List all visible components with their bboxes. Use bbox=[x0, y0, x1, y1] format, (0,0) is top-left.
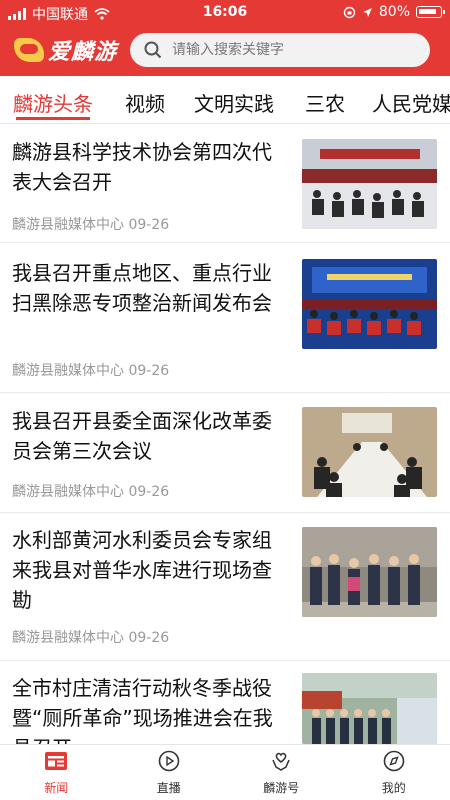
battery-percent: 80% bbox=[378, 4, 410, 20]
nav-linyou-account[interactable]: 麟游号 bbox=[241, 745, 321, 800]
tab-civilization-practice[interactable]: 文明实践 bbox=[194, 88, 274, 117]
news-item[interactable]: 我县召开县委全面深化改革委员会第三次会议 麟游县融媒体中心 09-26 bbox=[0, 393, 450, 513]
nav-label: 直播 bbox=[156, 781, 181, 795]
nav-label: 我的 bbox=[381, 781, 406, 795]
app-header: 中国联通 16:06 80% 爱麟游 bbox=[0, 0, 450, 76]
tab-agriculture[interactable]: 三农 bbox=[305, 88, 345, 117]
nav-label: 麟游号 bbox=[263, 781, 300, 795]
nav-live[interactable]: 直播 bbox=[129, 745, 209, 800]
news-meta: 麟游县融媒体中心 09-26 bbox=[12, 627, 169, 647]
tab-video[interactable]: 视频 bbox=[125, 88, 165, 117]
news-date: 09-26 bbox=[128, 363, 170, 379]
search-input[interactable] bbox=[172, 42, 402, 58]
news-thumbnail bbox=[302, 139, 437, 229]
news-title: 麟游县科学技术协会第四次代表大会召开 bbox=[12, 140, 272, 194]
news-item[interactable]: 麟游县科学技术协会第四次代表大会召开 麟游县融媒体中心 09-26 bbox=[0, 125, 450, 243]
news-icon bbox=[45, 752, 68, 770]
tab-peoples-media[interactable]: 人民党媒 bbox=[372, 88, 450, 117]
news-item[interactable]: 我县召开重点地区、重点行业扫黑除恶专项整治新闻发布会 麟游县融媒体中心 09-2… bbox=[0, 243, 450, 393]
news-meta: 麟游县融媒体中心 09-26 bbox=[12, 360, 169, 380]
active-tab-indicator bbox=[16, 117, 90, 120]
news-thumbnail bbox=[302, 259, 437, 349]
news-source: 麟游县融媒体中心 bbox=[12, 484, 124, 500]
news-date: 09-26 bbox=[128, 484, 170, 500]
nav-profile[interactable]: 我的 bbox=[354, 745, 434, 800]
rotation-lock-icon bbox=[343, 6, 356, 18]
news-meta: 麟游县融媒体中心 09-26 bbox=[12, 481, 169, 501]
kirin-logo-icon bbox=[14, 38, 44, 62]
news-source: 麟游县融媒体中心 bbox=[12, 363, 124, 379]
tab-headlines[interactable]: 麟游头条 bbox=[13, 88, 93, 117]
news-date: 09-26 bbox=[128, 630, 170, 646]
logo-text: 爱麟游 bbox=[48, 39, 118, 65]
news-item[interactable]: 水利部黄河水利委员会专家组来我县对普华水库进行现场查勘 麟游县融媒体中心 09-… bbox=[0, 513, 450, 661]
news-title: 水利部黄河水利委员会专家组来我县对普华水库进行现场查勘 bbox=[12, 528, 272, 612]
app-logo[interactable]: 爱麟游 bbox=[14, 34, 117, 66]
nav-label: 新闻 bbox=[44, 781, 69, 795]
news-title: 我县召开县委全面深化改革委员会第三次会议 bbox=[12, 409, 272, 463]
bottom-nav: 新闻 直播 麟游号 我的 bbox=[0, 744, 450, 800]
news-item[interactable]: 全市村庄清洁行动秋冬季战役暨“厕所革命”现场推进会在我县召开 bbox=[0, 661, 450, 760]
news-meta: 麟游县融媒体中心 09-26 bbox=[12, 214, 169, 234]
news-thumbnail bbox=[302, 673, 437, 744]
play-icon bbox=[158, 750, 180, 772]
heart-hands-icon bbox=[272, 752, 290, 771]
news-date: 09-26 bbox=[128, 217, 170, 233]
compass-icon bbox=[383, 750, 405, 772]
news-thumbnail bbox=[302, 527, 437, 617]
battery-icon bbox=[416, 6, 445, 18]
location-arrow-icon bbox=[362, 7, 372, 17]
search-bar[interactable] bbox=[130, 33, 430, 67]
news-title: 我县召开重点地区、重点行业扫黑除恶专项整治新闻发布会 bbox=[12, 261, 272, 315]
news-thumbnail bbox=[302, 407, 437, 497]
status-bar: 中国联通 16:06 80% bbox=[0, 0, 450, 26]
news-source: 麟游县融媒体中心 bbox=[12, 630, 124, 646]
search-icon bbox=[144, 41, 162, 59]
category-tabs: 麟游头条 视频 文明实践 三农 人民党媒 bbox=[0, 76, 450, 124]
nav-news[interactable]: 新闻 bbox=[16, 745, 96, 800]
news-source: 麟游县融媒体中心 bbox=[12, 217, 124, 233]
